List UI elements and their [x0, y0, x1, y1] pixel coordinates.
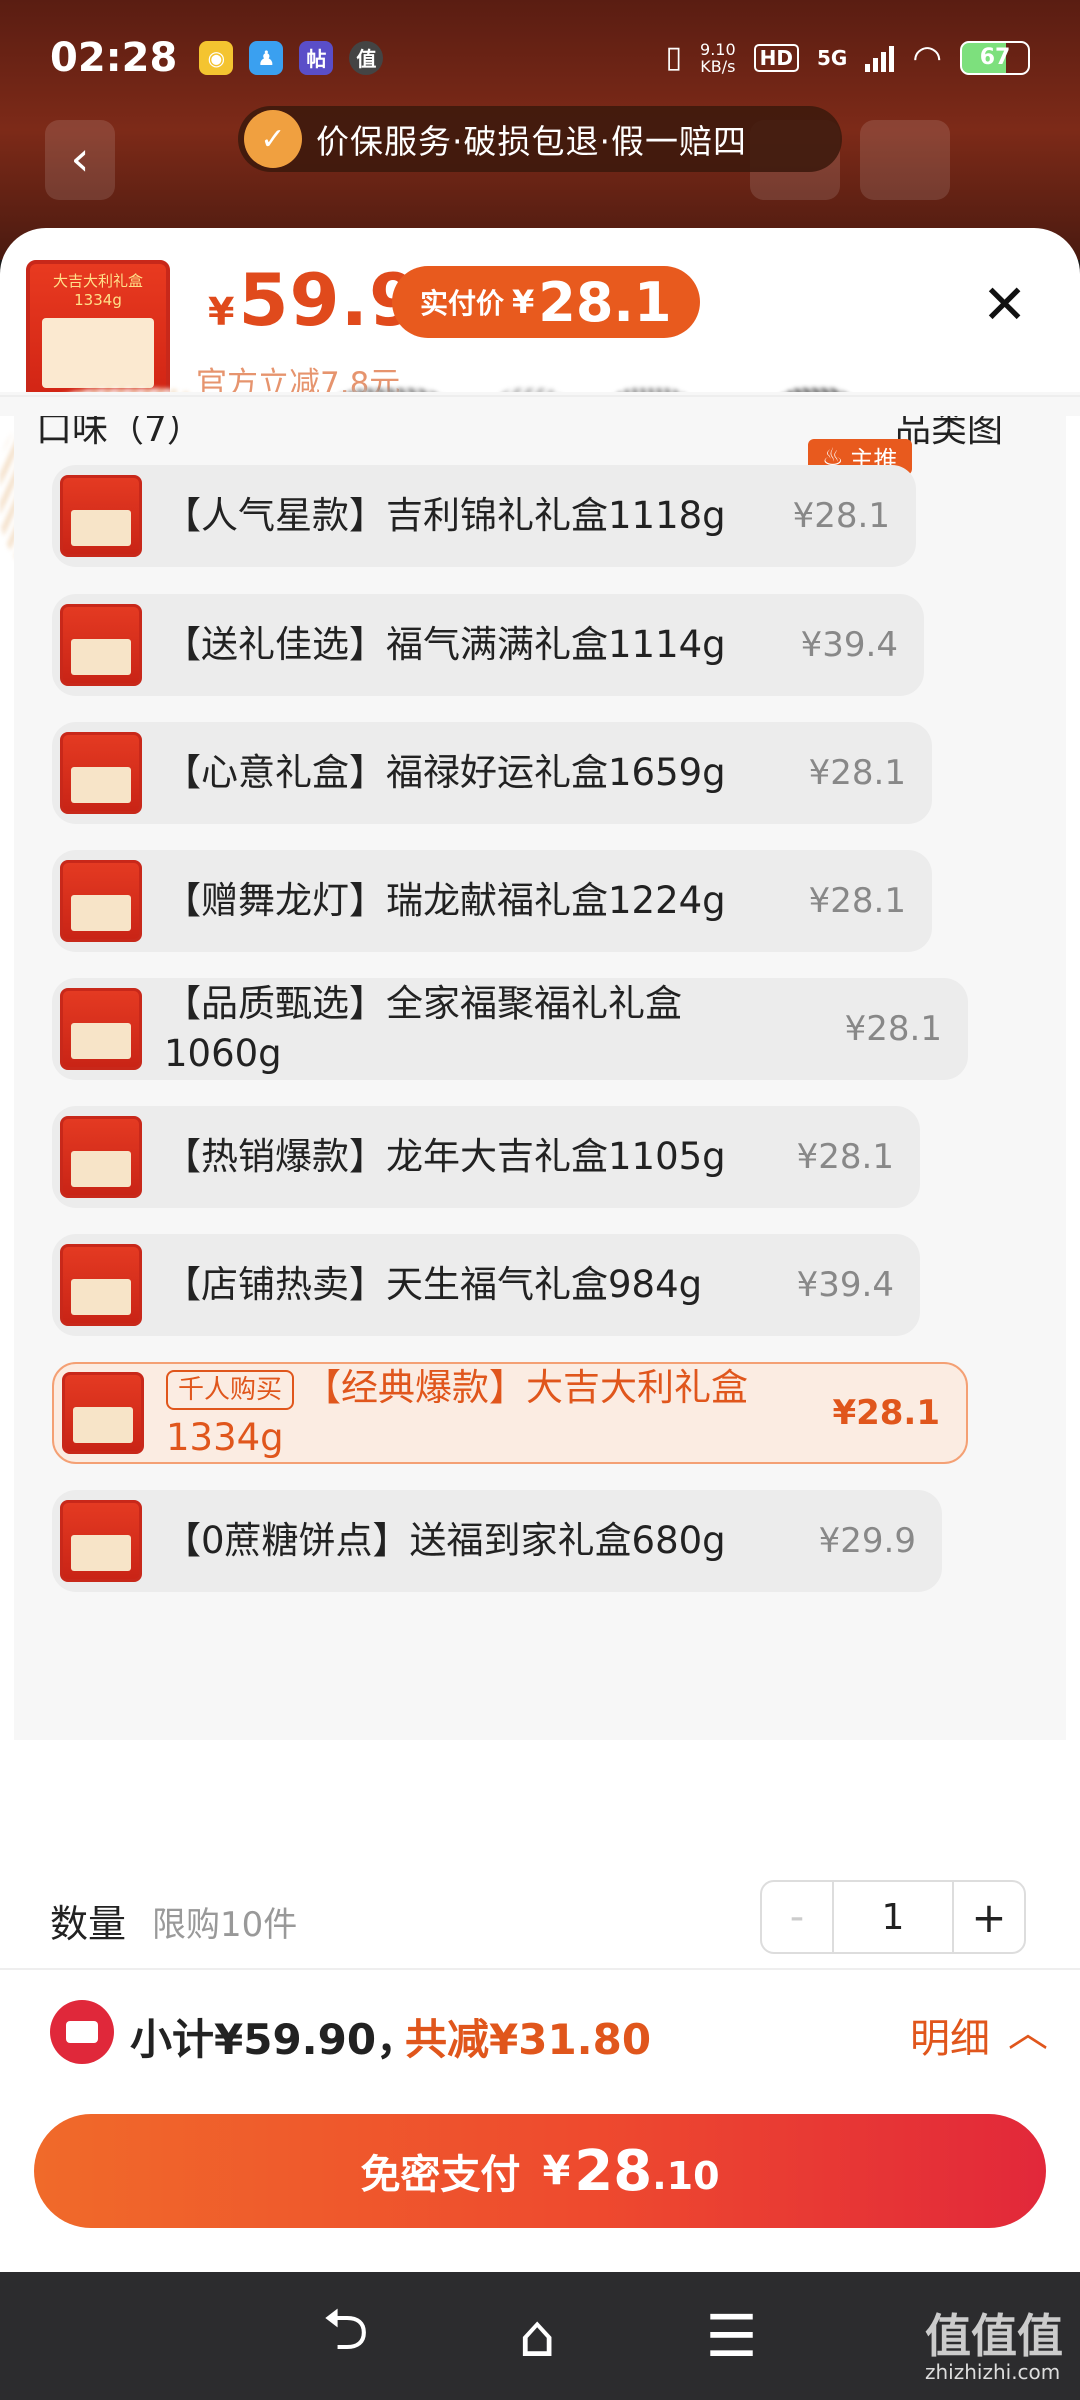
option-name: 【店铺热卖】天生福气礼盒984g [164, 1263, 703, 1306]
option-price: ¥28.1 [808, 753, 906, 793]
vibrate-icon: ▯ [665, 40, 683, 75]
quantity-limit: 限购10件 [152, 1905, 298, 1945]
decrease-button[interactable]: - [762, 1882, 834, 1952]
signal-icon [865, 44, 895, 72]
close-icon[interactable]: ✕ [982, 278, 1027, 332]
option-name: 【品质甄选】全家福聚福礼礼盒1060g [164, 982, 682, 1075]
product-thumbnail[interactable]: 大吉大利礼盒1334g [26, 260, 170, 404]
increase-button[interactable]: + [952, 1882, 1024, 1952]
option-item[interactable]: 【热销爆款】龙年大吉礼盒1105g ¥28.1 [52, 1106, 920, 1208]
option-price: ¥29.9 [818, 1521, 916, 1561]
value-notification-icon: 值 [349, 40, 384, 75]
hd-badge: HD [753, 43, 799, 72]
option-price: ¥28.1 [832, 1393, 940, 1433]
total-reduction: 共减¥31.80 [405, 2015, 652, 2064]
watermark: 值值值 [925, 2309, 1063, 2363]
clock: 02:28 [50, 34, 178, 81]
option-price: ¥28.1 [844, 1009, 942, 1049]
system-nav-bar: ⮌ ⌂ ☰ [0, 2272, 1080, 2400]
option-item[interactable]: 【赠舞龙灯】瑞龙献福礼盒1224g ¥28.1 [52, 850, 932, 952]
popular-tag: 千人购买 [166, 1369, 295, 1410]
cart-button[interactable] [860, 120, 950, 200]
quantity-label: 数量 [50, 1902, 127, 1946]
option-thumbnail [60, 860, 142, 942]
option-price: ¥39.4 [796, 1265, 894, 1305]
guarantee-text: 价保服务·破损包退·假一赔四 [316, 122, 747, 161]
option-item[interactable]: 【店铺热卖】天生福气礼盒984g ¥39.4 [52, 1234, 920, 1336]
option-price: ¥39.4 [800, 625, 898, 665]
product-image [42, 318, 154, 388]
guarantee-banner: ✓ 价保服务·破损包退·假一赔四 [238, 106, 842, 172]
coupon-icon [50, 2000, 114, 2064]
option-thumbnail [60, 604, 142, 686]
option-name: 【人气星款】吉利锦礼礼盒1118g [164, 494, 726, 537]
option-thumbnail [60, 1500, 142, 1582]
network-type: 5G [816, 45, 848, 70]
thumbnail-label: 大吉大利礼盒1334g [52, 272, 143, 309]
option-thumbnail [60, 988, 142, 1070]
qq-notification-icon: ♟ [249, 40, 284, 75]
option-thumbnail [60, 1116, 142, 1198]
option-item[interactable]: 【心意礼盒】福禄好运礼盒1659g ¥28.1 [52, 722, 932, 824]
post-notification-icon: 帖 [299, 40, 334, 75]
subtotal: 小计¥59.90， [130, 2015, 419, 2064]
home-nav-icon[interactable]: ⌂ [519, 2302, 556, 2370]
net-speed: 9.10 KB/s [700, 39, 736, 76]
option-item-selected[interactable]: 千人购买 【经典爆款】大吉大利礼盒1334g ¥28.1 [52, 1362, 968, 1464]
option-price: ¥28.1 [792, 496, 890, 536]
divider [0, 395, 1080, 397]
option-item[interactable]: 【品质甄选】全家福聚福礼礼盒1060g ¥28.1 [52, 978, 968, 1080]
option-name: 千人购买 【经典爆款】大吉大利礼盒1334g [166, 1366, 749, 1459]
option-name: 【0蔗糖饼点】送福到家礼盒680g [164, 1519, 726, 1562]
chevron-up-icon[interactable]: ︿ [1008, 2000, 1048, 2058]
back-nav-icon[interactable]: ⮌ [322, 2287, 368, 2386]
option-name: 【送礼佳选】福气满满礼盒1114g [164, 623, 726, 666]
status-bar: 02:28 ◉ ♟ 帖 值 ▯ 9.10 KB/s HD 5G ◠ 67 [0, 0, 1080, 115]
wifi-icon: ◠ [912, 37, 942, 78]
back-button[interactable]: ‹ [45, 120, 115, 200]
option-name: 【赠舞龙灯】瑞龙献福礼盒1224g [164, 879, 726, 922]
quantity-stepper: - 1 + [760, 1880, 1026, 1954]
option-item[interactable]: 【0蔗糖饼点】送福到家礼盒680g ¥29.9 [52, 1490, 942, 1592]
pay-button[interactable]: 免密支付 ¥ 28 .10 [34, 2114, 1046, 2228]
option-price: ¥28.1 [808, 881, 906, 921]
option-name: 【心意礼盒】福禄好运礼盒1659g [164, 751, 726, 794]
original-price: ¥ 59.9 [208, 258, 421, 342]
menu-nav-icon[interactable]: ☰ [706, 2302, 758, 2370]
detail-toggle[interactable]: 明细 [910, 2006, 990, 2064]
option-item[interactable]: 【送礼佳选】福气满满礼盒1114g ¥39.4 [52, 594, 924, 696]
option-thumbnail [62, 1372, 144, 1454]
option-thumbnail [60, 1244, 142, 1326]
option-thumbnail [60, 475, 142, 557]
battery-icon: 67 [960, 40, 1030, 75]
option-item[interactable]: 【人气星款】吉利锦礼礼盒1118g ¥28.1 [52, 465, 916, 567]
quantity-input[interactable]: 1 [834, 1882, 952, 1952]
option-name: 【热销爆款】龙年大吉礼盒1105g [164, 1135, 726, 1178]
paid-price-pill: 实付价 ¥ 28.1 [392, 266, 700, 338]
app-notification-icon: ◉ [199, 40, 234, 75]
check-shield-icon: ✓ [244, 110, 302, 168]
watermark-url: zhizhizhi.com [925, 2360, 1061, 2384]
option-thumbnail [60, 732, 142, 814]
option-price: ¥28.1 [796, 1137, 894, 1177]
